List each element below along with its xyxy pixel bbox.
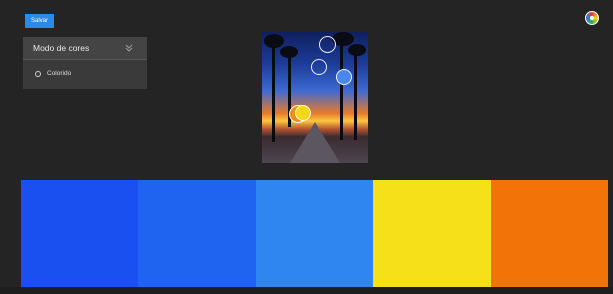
option-colorido[interactable]: Colorido xyxy=(35,70,71,77)
color-mode-panel: Modo de cores Colorido xyxy=(23,37,147,89)
source-photo xyxy=(262,32,368,163)
picker-circle-4[interactable] xyxy=(295,105,311,121)
road xyxy=(290,122,340,163)
picker-circle-2[interactable] xyxy=(311,59,327,75)
option-label: Colorido xyxy=(47,70,72,77)
bottom-bar xyxy=(0,287,613,294)
swatch-3[interactable] xyxy=(255,180,374,287)
swatch-5[interactable] xyxy=(490,180,609,287)
color-palette xyxy=(21,180,609,287)
chevron-double-down-icon[interactable] xyxy=(125,43,133,53)
save-button[interactable]: Salvar xyxy=(25,14,54,28)
palm-crown xyxy=(264,34,284,48)
swatch-4[interactable] xyxy=(373,180,491,287)
radio-icon[interactable] xyxy=(35,70,41,77)
picker-circle-3[interactable] xyxy=(336,69,352,85)
palm-trunk xyxy=(354,50,357,140)
panel-header[interactable]: Modo de cores xyxy=(23,37,147,59)
picker-circle-1[interactable] xyxy=(319,36,336,53)
app-window: Salvar Modo de cores Colorido xyxy=(0,0,613,294)
swatch-1[interactable] xyxy=(21,180,139,287)
palm-crown xyxy=(348,44,366,56)
palm-crown xyxy=(280,46,298,58)
color-wheel-icon[interactable] xyxy=(585,11,599,25)
panel-title: Modo de cores xyxy=(33,43,90,53)
palm-trunk xyxy=(340,40,343,140)
palm-trunk xyxy=(272,42,275,142)
panel-divider xyxy=(23,59,147,60)
swatch-2[interactable] xyxy=(138,180,256,287)
